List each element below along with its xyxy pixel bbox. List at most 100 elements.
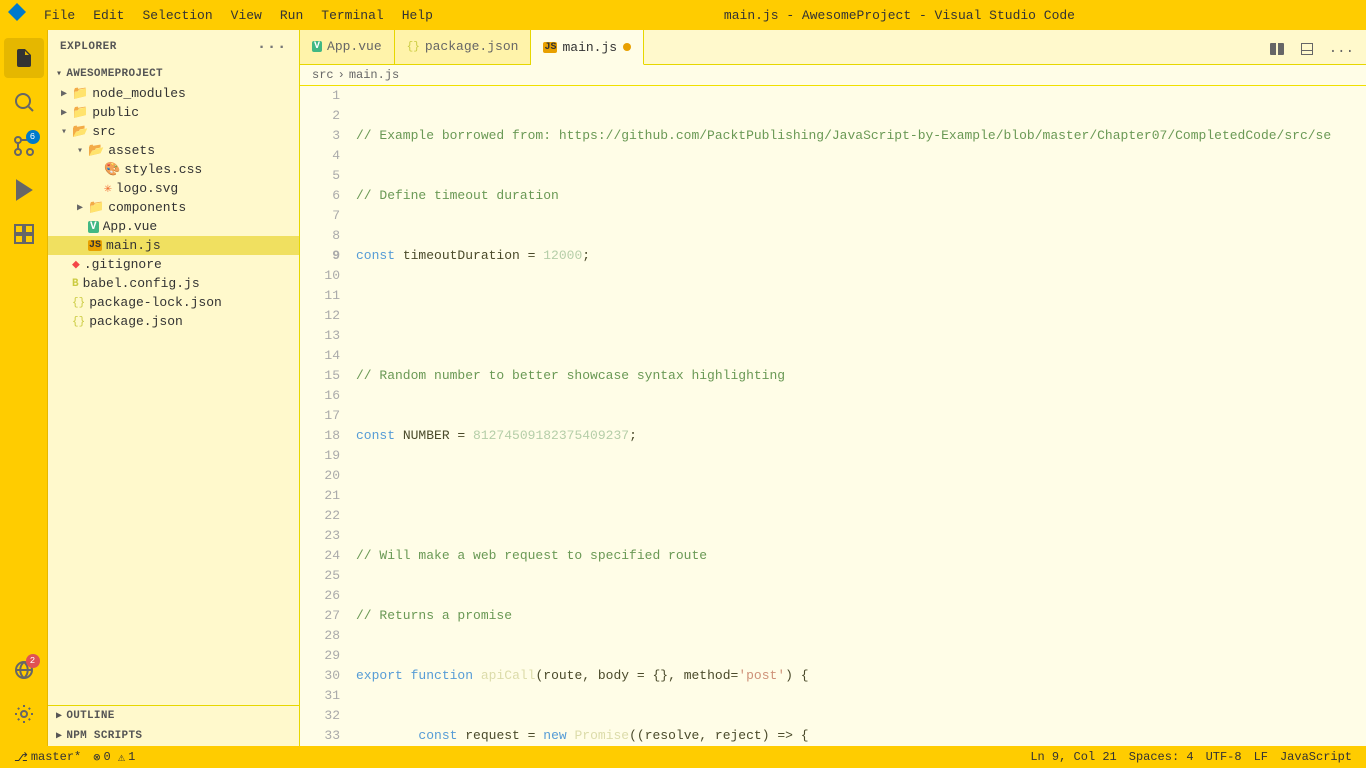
components-chevron-icon: ▶ bbox=[72, 202, 88, 214]
sidebar-more-button[interactable]: ··· bbox=[257, 38, 287, 56]
menu-selection[interactable]: Selection bbox=[134, 6, 220, 25]
assets-label: assets bbox=[108, 143, 155, 158]
code-line-8: // Will make a web request to specified … bbox=[356, 546, 1366, 566]
indentation-label: Spaces: 4 bbox=[1129, 750, 1194, 764]
tree-item-package-lock[interactable]: ▶ {} package-lock.json bbox=[48, 293, 299, 312]
errors-icon: ⊗ bbox=[93, 750, 100, 765]
line-num-8: 8 bbox=[300, 226, 340, 246]
menu-edit[interactable]: Edit bbox=[85, 6, 132, 25]
indentation-status[interactable]: Spaces: 4 bbox=[1123, 750, 1200, 764]
code-area[interactable]: // Example borrowed from: https://github… bbox=[348, 86, 1366, 746]
line-num-33: 33 bbox=[300, 726, 340, 746]
tab-package-json-label: package.json bbox=[425, 39, 519, 54]
breadcrumb-src[interactable]: src bbox=[312, 68, 334, 82]
tab-main-js[interactable]: JS main.js bbox=[531, 30, 644, 65]
errors-status[interactable]: ⊗ 0 ⚠ 1 bbox=[87, 746, 141, 768]
tree-item-node_modules[interactable]: ▶ 📁 node_modules bbox=[48, 84, 299, 103]
line-num-23: 23 bbox=[300, 526, 340, 546]
editor-content[interactable]: 1 2 3 4 5 6 7 8 9 10 11 12 13 14 15 16 1… bbox=[300, 86, 1366, 746]
more-actions-button[interactable]: ··· bbox=[1325, 42, 1358, 62]
line-num-20: 20 bbox=[300, 466, 340, 486]
sidebar-bottom: ▶ OUTLINE ▶ NPM SCRIPTS bbox=[48, 705, 299, 746]
menu-help[interactable]: Help bbox=[394, 6, 441, 25]
package-lock-label: package-lock.json bbox=[89, 295, 222, 310]
source-control-badge: 6 bbox=[26, 130, 40, 144]
explorer-icon[interactable] bbox=[4, 38, 44, 78]
menu-terminal[interactable]: Terminal bbox=[313, 6, 391, 25]
tab-app-vue[interactable]: V App.vue bbox=[300, 30, 395, 64]
tree-item-gitignore[interactable]: ▶ ◆ .gitignore bbox=[48, 255, 299, 274]
tree-item-src[interactable]: ▾ 📂 src bbox=[48, 122, 299, 141]
assets-chevron-icon: ▾ bbox=[72, 145, 88, 157]
line-ending-label: LF bbox=[1254, 750, 1268, 764]
tree-item-public[interactable]: ▶ 📁 public bbox=[48, 103, 299, 122]
errors-count: 0 bbox=[103, 750, 110, 764]
tree-item-assets[interactable]: ▾ 📂 assets bbox=[48, 141, 299, 160]
line-ending-status[interactable]: LF bbox=[1248, 750, 1274, 764]
logo-svg-icon: ✳ bbox=[104, 181, 112, 196]
menu-run[interactable]: Run bbox=[272, 6, 311, 25]
line-num-24: 24 bbox=[300, 546, 340, 566]
window-title: main.js - AwesomeProject - Visual Studio… bbox=[441, 8, 1358, 23]
tree-item-logo-svg[interactable]: ▶ ✳ logo.svg bbox=[48, 179, 299, 198]
node-modules-label: node_modules bbox=[92, 86, 186, 101]
tab-bar-actions: ··· bbox=[1257, 39, 1366, 64]
settings-activity-icon[interactable] bbox=[4, 694, 44, 734]
tree-item-babel-config[interactable]: ▶ B babel.config.js bbox=[48, 274, 299, 293]
line-num-19: 19 bbox=[300, 446, 340, 466]
remote-badge: 2 bbox=[26, 654, 40, 668]
toggle-panel-button[interactable] bbox=[1295, 39, 1319, 64]
styles-css-icon: 🎨 bbox=[104, 162, 120, 177]
tab-package-json[interactable]: {} package.json bbox=[395, 30, 532, 64]
breadcrumb-main-js[interactable]: main.js bbox=[349, 68, 399, 82]
cursor-position-status[interactable]: Ln 9, Col 21 bbox=[1024, 750, 1122, 764]
node-modules-folder-icon: 📁 bbox=[72, 86, 88, 101]
styles-css-label: styles.css bbox=[124, 162, 202, 177]
line-numbers: 1 2 3 4 5 6 7 8 9 10 11 12 13 14 15 16 1… bbox=[300, 86, 348, 746]
tree-item-main-js[interactable]: ▶ JS main.js bbox=[48, 236, 299, 255]
tab-main-js-icon: JS bbox=[543, 42, 557, 53]
line-num-26: 26 bbox=[300, 586, 340, 606]
cursor-position-label: Ln 9, Col 21 bbox=[1030, 750, 1116, 764]
tree-item-styles-css[interactable]: ▶ 🎨 styles.css bbox=[48, 160, 299, 179]
app-vue-label: App.vue bbox=[103, 219, 158, 234]
source-control-activity-icon[interactable]: 6 bbox=[4, 126, 44, 166]
line-num-2: 2 bbox=[300, 106, 340, 126]
code-line-5: // Random number to better showcase synt… bbox=[356, 366, 1366, 386]
encoding-status[interactable]: UTF-8 bbox=[1200, 750, 1248, 764]
remote-icon[interactable]: 2 bbox=[4, 650, 44, 690]
public-folder-icon: 📁 bbox=[72, 105, 88, 120]
language-status[interactable]: JavaScript bbox=[1274, 750, 1358, 764]
main-js-icon: JS bbox=[88, 240, 102, 251]
tree-item-components[interactable]: ▶ 📁 components bbox=[48, 198, 299, 217]
npm-scripts-section-header[interactable]: ▶ NPM SCRIPTS bbox=[48, 726, 299, 746]
project-name: AWESOMEPROJECT bbox=[66, 68, 163, 80]
language-label: JavaScript bbox=[1280, 750, 1352, 764]
menu-view[interactable]: View bbox=[223, 6, 270, 25]
run-activity-icon[interactable] bbox=[4, 170, 44, 210]
git-branch-status[interactable]: ⎇ master* bbox=[8, 746, 87, 768]
code-line-9: // Returns a promise bbox=[356, 606, 1366, 626]
activity-bar-bottom: 2 bbox=[4, 650, 44, 738]
breadcrumb-separator: › bbox=[338, 68, 345, 82]
package-lock-icon: {} bbox=[72, 297, 85, 309]
tab-package-json-icon: {} bbox=[407, 41, 420, 53]
line-num-27: 27 bbox=[300, 606, 340, 626]
line-num-32: 32 bbox=[300, 706, 340, 726]
tree-item-package-json[interactable]: ▶ {} package.json bbox=[48, 312, 299, 331]
line-num-25: 25 bbox=[300, 566, 340, 586]
line-num-18: 18 bbox=[300, 426, 340, 446]
line-num-13: 13 bbox=[300, 326, 340, 346]
tree-item-app-vue[interactable]: ▶ V App.vue bbox=[48, 217, 299, 236]
code-line-4 bbox=[356, 306, 1366, 326]
line-num-6: 6 bbox=[300, 186, 340, 206]
line-num-1: 1 bbox=[300, 86, 340, 106]
outline-section-header[interactable]: ▶ OUTLINE bbox=[48, 706, 299, 726]
extensions-activity-icon[interactable] bbox=[4, 214, 44, 254]
line-num-31: 31 bbox=[300, 686, 340, 706]
menu-file[interactable]: File bbox=[36, 6, 83, 25]
code-line-1: // Example borrowed from: https://github… bbox=[356, 126, 1366, 146]
search-activity-icon[interactable] bbox=[4, 82, 44, 122]
split-editor-button[interactable] bbox=[1265, 39, 1289, 64]
project-section-header[interactable]: ▾ AWESOMEPROJECT bbox=[48, 64, 299, 84]
